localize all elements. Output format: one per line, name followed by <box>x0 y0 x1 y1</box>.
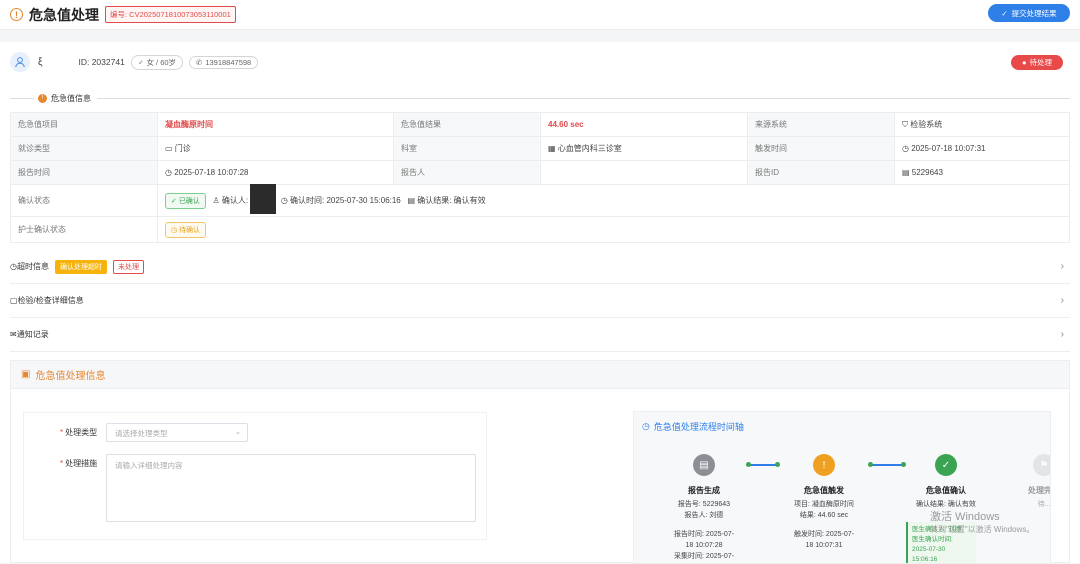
table-row: 报告时间 ◷ 2025-07-18 10:07:28 报告人 报告ID ▤ 52… <box>10 160 1070 185</box>
table-row: 确认状态 ✓ 已确认 ♙ 确认人: ◷ 确认时间: 2025-07-30 15:… <box>10 183 1070 217</box>
chevron-right-icon: › <box>1060 295 1064 306</box>
warning-icon: ! <box>10 8 23 21</box>
main-card: ξ ID: 2032741 ♂ 女 / 60岁 ✆ 13918847598 ● 待处理… <box>0 42 1080 564</box>
clock-icon: ◷ <box>165 168 175 177</box>
process-measure-label: * 处理措施 <box>60 459 98 468</box>
timeout-info-row[interactable]: ◷ 超时信息 确认处理超时 未处理 › <box>10 250 1070 284</box>
process-section-header: ▣ 危急值处理信息 <box>11 361 1069 389</box>
process-form: * 处理类型 请选择处理类型 ⌄ * 处理措施 请输入详细处理内容 <box>23 412 487 540</box>
critical-info-table: 危急值项目 凝血酶原时间 危急值结果 44.60 sec 来源系统 ⛉ 检验系统… <box>10 112 1070 243</box>
gender-age-pill: ♂ 女 / 60岁 <box>130 54 184 70</box>
timeline-panel: ◷ 危急值处理流程时间轴 ▤ 报告生成 报告号: 5229643 报告人: 刘德… <box>633 411 1051 564</box>
test-detail-row[interactable]: ▢ 检验/检查详细信息 › <box>10 284 1070 318</box>
timeline-step-trigger: ! 危急值触发 项目: 凝血酶原时间 结果: 44.60 sec 触发时间: 2… <box>774 454 874 551</box>
table-row: 护士确认状态 ◷ 待确认 <box>10 216 1070 243</box>
phone-icon: ✆ <box>196 57 203 67</box>
chevron-down-icon: ⌄ <box>234 427 241 436</box>
document-icon: ▤ <box>902 168 912 177</box>
record-code-badge: 编号: CV202507181007305311000​1 <box>105 6 236 23</box>
phone-pill: ✆ 13918847598 <box>189 55 259 69</box>
process-section: ▣ 危急值处理信息 * 处理类型 请选择处理类型 ⌄ * 处理措施 请输入详细处理内… <box>10 360 1070 564</box>
pending-tag: ◷ 待确认 <box>165 221 207 238</box>
flag-icon: ⚑ <box>1033 454 1050 476</box>
page-title: 危急值处理 <box>29 6 99 23</box>
table-row: 危急值项目 凝血酶原时间 危急值结果 44.60 sec 来源系统 ⛉ 检验系统 <box>10 112 1070 137</box>
check-icon: ✓ <box>1001 8 1008 18</box>
windows-activation-watermark: 激活 Windows <box>930 511 1000 523</box>
timeline-title: ◷ 危急值处理流程时间轴 <box>642 421 744 432</box>
submit-result-button[interactable]: ✓ 提交处理结果 <box>988 4 1070 22</box>
user-icon <box>15 57 25 68</box>
clock-icon: ◷ <box>280 195 288 205</box>
confirmed-tag: ✓ 已确认 <box>165 192 206 209</box>
chevron-right-icon: › <box>1060 261 1064 272</box>
process-measure-textarea[interactable]: 请输入详细处理内容 <box>106 454 476 522</box>
unprocessed-tag: 未处理 <box>112 259 144 274</box>
clock-icon: ◷ <box>642 421 650 431</box>
info-section-heading: ! 危急值信息 <box>10 92 1070 104</box>
process-type-label: * 处理类型 <box>60 428 98 437</box>
process-type-select[interactable]: 请选择处理类型 ⌄ <box>106 423 248 442</box>
warning-icon: ! <box>813 454 835 476</box>
chevron-right-icon: › <box>1060 329 1064 340</box>
header-bar: ! 危急值处理 编号: CV202507181007305311000​1 ✓ … <box>0 0 1080 30</box>
redacted-block <box>250 183 277 214</box>
patient-row: ξ ID: 2032741 ♂ 女 / 60岁 ✆ 13918847598 ● 待处理 <box>10 50 1070 74</box>
status-badge: ● 待处理 <box>1011 55 1063 70</box>
dot-icon: ● <box>1021 58 1027 67</box>
table-row: 就诊类型 ▭ 门诊 科室 ▦ 心血管内科三诊室 触发时间 ◷ 2025-07-1… <box>10 136 1070 161</box>
timeline-step-confirm: ✓ 危急值确认 确认结果: 确认有效 <box>896 454 996 510</box>
windows-activation-hint: 转到"设置"以激活 Windows。 <box>930 525 1035 534</box>
notify-record-row[interactable]: ✉ 通知记录 › <box>10 318 1070 352</box>
document-icon: ▤ <box>693 454 715 476</box>
alarm-icon: ◷ <box>902 144 912 153</box>
avatar <box>10 52 30 72</box>
mail-icon: ✉ <box>10 330 17 339</box>
box-icon: ▣ <box>21 369 31 380</box>
patient-name: ξ <box>38 56 43 68</box>
gender-icon: ♂ <box>137 57 144 67</box>
check-icon: ✓ <box>935 454 957 476</box>
confirm-timeout-button[interactable]: 确认处理超时 <box>54 259 107 274</box>
clipboard-icon: ▢ <box>10 296 18 305</box>
clinic-icon: ▭ <box>165 144 175 153</box>
shield-icon: ⛉ <box>902 120 911 129</box>
timeline-step-complete: ⚑ 处理完成 待... <box>994 454 1050 510</box>
user-icon: ♙ <box>212 195 220 205</box>
warning-icon: ! <box>38 93 47 103</box>
clock-icon: ◷ <box>10 262 17 271</box>
patient-id: ID: 2032741 <box>78 57 125 67</box>
building-icon: ▦ <box>548 144 558 153</box>
document-icon: ▤ <box>407 195 415 205</box>
timeline-step-report: ▤ 报告生成 报告号: 5229643 报告人: 刘德 报告时间: 2025-0… <box>654 454 754 562</box>
